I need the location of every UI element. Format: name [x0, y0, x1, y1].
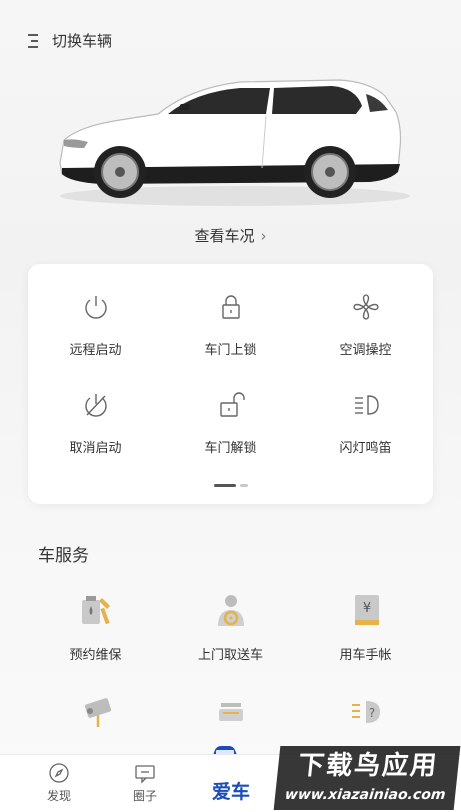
tab-my-car-label: 爱车 [211, 781, 250, 803]
services-grid: 预约维保 上门取送车 ¥ 用车手帐 ? [28, 590, 433, 733]
tab-circle[interactable]: 圈子 [102, 755, 188, 812]
lock-doors-button[interactable]: 车门上锁 [163, 292, 298, 358]
status-link-label: 查看车况 [194, 227, 255, 245]
tab-discover[interactable]: 发现 [16, 755, 102, 812]
service-camera-button[interactable] [28, 693, 163, 733]
unlock-icon [219, 392, 245, 417]
lock-icon [221, 295, 240, 319]
remote-start-button[interactable]: 远程启动 [28, 292, 163, 358]
cancel-start-label: 取消启动 [69, 441, 122, 456]
headlight-help-icon: ? [351, 701, 380, 723]
flash-horn-label: 闪灯鸣笛 [339, 441, 392, 456]
flash-horn-button[interactable]: 闪灯鸣笛 [298, 390, 433, 456]
switch-vehicle[interactable]: 切换车辆 [26, 30, 112, 51]
svg-text:?: ? [368, 706, 374, 720]
valet-pickup-button[interactable]: 上门取送车 [163, 590, 298, 663]
car-ledger-button[interactable]: ¥ 用车手帐 [298, 590, 433, 663]
services-title: 车服务 [38, 546, 89, 566]
tab-discover-label: 发现 [46, 789, 71, 803]
tab-my-car[interactable]: 爱车 [188, 755, 274, 812]
chevron-right-icon: › [260, 227, 267, 245]
dashcam-icon [218, 703, 243, 721]
maintenance-booking-button[interactable]: 预约维保 [28, 590, 163, 663]
cancel-start-button[interactable]: 取消启动 [28, 390, 163, 456]
car-ledger-label: 用车手帐 [339, 648, 392, 663]
watermark-main-text: 下载鸟应用 [296, 751, 440, 781]
unlock-doors-button[interactable]: 车门解锁 [163, 390, 298, 456]
maintenance-icon [81, 596, 110, 625]
power-off-icon [84, 394, 107, 417]
pager-dot-active [213, 484, 236, 487]
watermark-logo: 下载鸟应用 www.xiazainiao.com [273, 746, 461, 810]
ac-control-button[interactable]: 空调操控 [298, 292, 433, 358]
lock-doors-label: 车门上锁 [204, 343, 257, 358]
chat-icon [135, 765, 155, 784]
unlock-doors-label: 车门解锁 [204, 441, 257, 456]
ac-control-label: 空调操控 [339, 343, 392, 358]
ledger-icon: ¥ [354, 595, 379, 625]
driver-icon [217, 595, 244, 626]
pager-dot [239, 484, 248, 487]
tab-circle-label: 圈子 [132, 789, 157, 803]
camera-icon [84, 698, 111, 727]
svg-text:¥: ¥ [362, 601, 370, 616]
watermark-sub-text: www.xiazainiao.com [284, 787, 447, 803]
card-pager [28, 484, 433, 487]
switch-vehicle-label: 切换车辆 [52, 32, 113, 50]
view-vehicle-status-link[interactable]: 查看车况 › [0, 225, 461, 246]
valet-pickup-label: 上门取送车 [197, 648, 263, 663]
menu-lines-icon [28, 33, 38, 48]
compass-icon [49, 763, 69, 783]
remote-start-label: 远程启动 [69, 343, 122, 358]
power-icon [84, 296, 107, 319]
service-dashcam-button[interactable] [163, 693, 298, 733]
headlight-icon [354, 395, 379, 415]
remote-control-card: 远程启动 车门上锁 空调操控 取消启动 车门解锁 闪灯鸣笛 [28, 264, 433, 504]
car-image [59, 79, 410, 206]
maintenance-booking-label: 预约维保 [69, 648, 122, 663]
service-light-help-button[interactable]: ? [298, 693, 433, 733]
fan-icon [352, 294, 379, 320]
